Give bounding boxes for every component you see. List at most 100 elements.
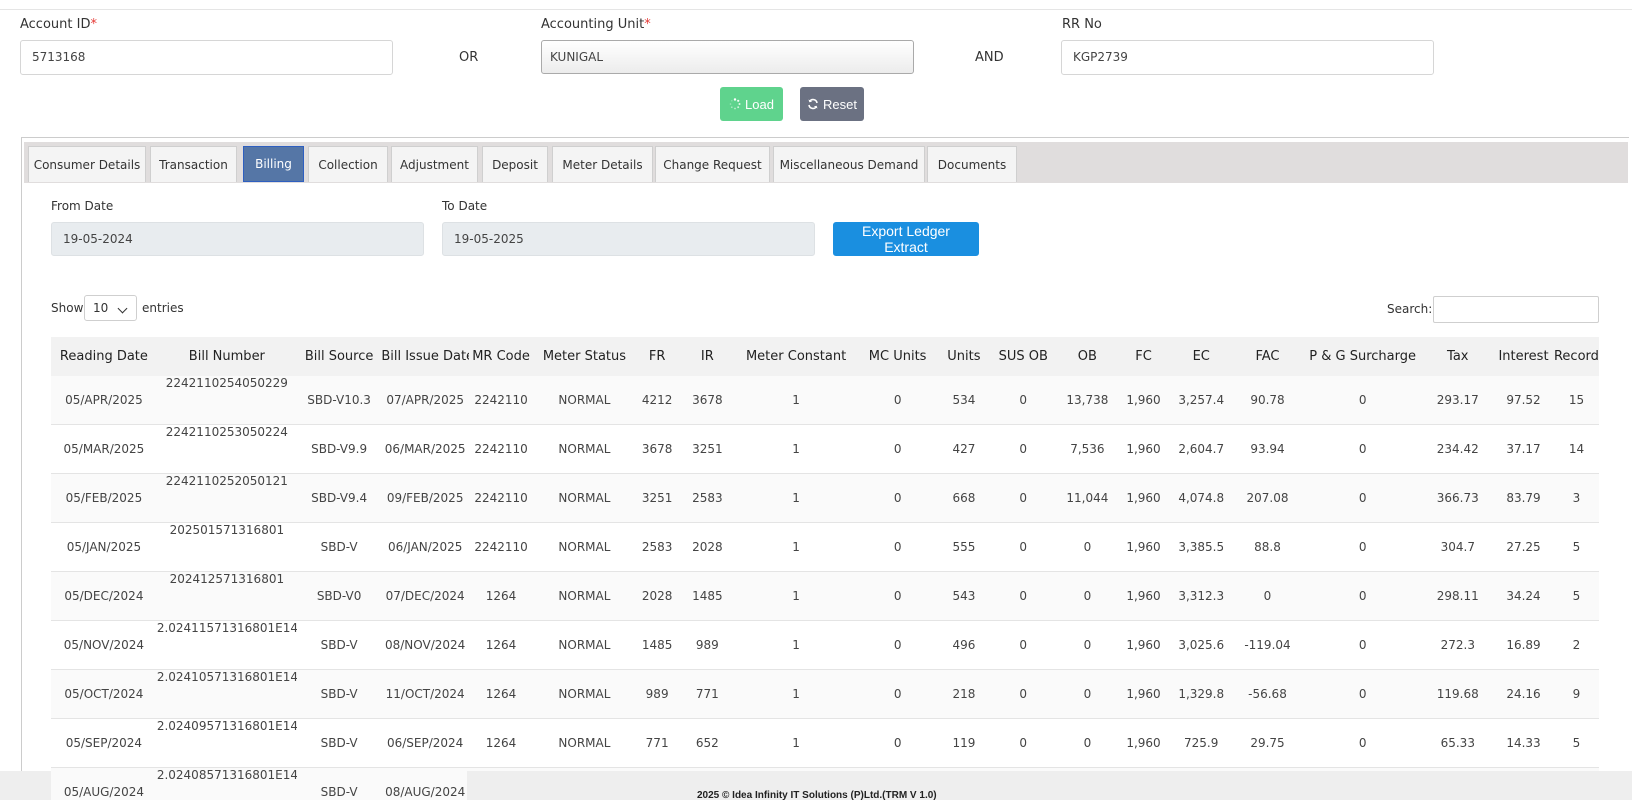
table-cell: 5 bbox=[1553, 571, 1599, 621]
table-cell: 1 bbox=[736, 473, 856, 523]
table-cell: 5 bbox=[1553, 522, 1599, 572]
column-header[interactable]: Tax bbox=[1423, 337, 1494, 376]
table-cell: 1 bbox=[736, 376, 856, 425]
footer-text: 2025 © Idea Infinity IT Solutions (P)Ltd… bbox=[697, 790, 937, 800]
export-ledger-button[interactable]: Export Ledger Extract bbox=[833, 222, 979, 256]
column-header[interactable]: Units bbox=[939, 337, 988, 376]
chevron-down-icon bbox=[117, 303, 128, 314]
table-cell: 1 bbox=[736, 571, 856, 621]
column-header[interactable]: Reading Date bbox=[51, 337, 157, 376]
tab-collection[interactable]: Collection bbox=[308, 146, 388, 182]
accounting-unit-select[interactable]: KUNIGAL bbox=[541, 40, 914, 74]
refresh-icon bbox=[807, 98, 819, 110]
table-cell: 37.17 bbox=[1493, 424, 1554, 474]
load-button[interactable]: Load bbox=[720, 87, 783, 121]
column-header[interactable]: MC Units bbox=[856, 337, 939, 376]
table-cell: 88.8 bbox=[1232, 522, 1303, 572]
column-header[interactable]: Bill Issue Date bbox=[381, 337, 469, 376]
table-cell: 1264 bbox=[468, 718, 534, 768]
table-cell: 83.79 bbox=[1493, 473, 1554, 523]
column-header[interactable]: Bill Source bbox=[297, 337, 381, 376]
tab-consumer-details[interactable]: Consumer Details bbox=[28, 146, 146, 182]
column-header[interactable]: FR bbox=[636, 337, 679, 376]
table-cell: NORMAL bbox=[533, 424, 636, 474]
table-cell: 4212 bbox=[635, 376, 679, 425]
tab-miscellaneous-demand[interactable]: Miscellaneous Demand bbox=[773, 146, 925, 182]
table-row: 05/DEC/2024 202412571316801 SBD-V0 07/DEC/2… bbox=[51, 571, 1599, 621]
account-id-input[interactable]: 5713168 bbox=[20, 40, 393, 75]
table-cell: 0 bbox=[988, 620, 1058, 670]
search-input[interactable] bbox=[1433, 296, 1599, 323]
tab-transaction[interactable]: Transaction bbox=[150, 146, 237, 182]
table-cell: 534 bbox=[939, 376, 989, 425]
table-cell: 14 bbox=[1553, 424, 1599, 474]
table-cell: 1 bbox=[736, 424, 856, 474]
table-cell: 0 bbox=[988, 571, 1058, 621]
column-header[interactable]: MR Code bbox=[469, 337, 533, 376]
table-cell: 2242110252050121 bbox=[156, 473, 297, 523]
column-header[interactable]: Meter Status bbox=[533, 337, 636, 376]
table-cell: 0 bbox=[1057, 571, 1117, 621]
tab-deposit[interactable]: Deposit bbox=[482, 146, 548, 182]
table-cell: 725.9 bbox=[1170, 718, 1233, 768]
table-cell: 11/OCT/2024 bbox=[381, 669, 469, 719]
table-cell: NORMAL bbox=[533, 473, 636, 523]
entries-value: 10 bbox=[93, 301, 109, 315]
table-cell: 3251 bbox=[678, 424, 737, 474]
to-date-input[interactable]: 19-05-2025 bbox=[442, 222, 815, 256]
tab-billing[interactable]: Billing bbox=[243, 146, 304, 182]
table-cell: 2242110 bbox=[468, 473, 534, 523]
table-cell: 0 bbox=[1057, 718, 1117, 768]
table-cell: 09/FEB/2025 bbox=[381, 473, 469, 523]
table-cell: 05/JAN/2025 bbox=[51, 522, 157, 572]
column-header[interactable]: FAC bbox=[1232, 337, 1303, 376]
column-header[interactable]: Recorded BMD bbox=[1554, 337, 1599, 376]
column-header[interactable]: Bill Number bbox=[157, 337, 297, 376]
table-cell: SBD-V9.9 bbox=[296, 424, 382, 474]
table-cell: 652 bbox=[678, 718, 737, 768]
from-date-input[interactable]: 19-05-2024 bbox=[51, 222, 424, 256]
table-cell: 0 bbox=[1302, 424, 1423, 474]
table-cell: 989 bbox=[635, 669, 679, 719]
column-header[interactable]: P & G Surcharge bbox=[1303, 337, 1423, 376]
table-cell: NORMAL bbox=[533, 571, 636, 621]
rr-no-input[interactable]: KGP2739 bbox=[1061, 40, 1434, 75]
table-cell: 1264 bbox=[468, 571, 534, 621]
tab-meter-details[interactable]: Meter Details bbox=[552, 146, 653, 182]
column-header[interactable]: SUS OB bbox=[989, 337, 1058, 376]
table-row: 05/APR/2025 2242110254050229 SBD-V10.3 07/A… bbox=[51, 376, 1599, 425]
column-header[interactable]: OB bbox=[1058, 337, 1117, 376]
column-header[interactable]: IR bbox=[679, 337, 737, 376]
table-cell: 65.33 bbox=[1422, 718, 1494, 768]
table-cell: SBD-V bbox=[296, 669, 382, 719]
table-cell: 0 bbox=[988, 522, 1058, 572]
table-cell: 1 bbox=[736, 718, 856, 768]
table-cell: 2.02411571316801E14 bbox=[156, 620, 297, 670]
table-cell: NORMAL bbox=[533, 718, 636, 768]
table-cell: 1,960 bbox=[1116, 571, 1171, 621]
column-header[interactable]: EC bbox=[1170, 337, 1232, 376]
table-cell: 771 bbox=[678, 669, 737, 719]
table-cell: 555 bbox=[939, 522, 989, 572]
column-header[interactable]: Meter Constant bbox=[736, 337, 856, 376]
tab-change-request[interactable]: Change Request bbox=[655, 146, 770, 182]
table-cell: 0 bbox=[988, 669, 1058, 719]
entries-select[interactable]: 10 bbox=[84, 295, 137, 321]
reset-button[interactable]: Reset bbox=[800, 87, 864, 121]
tab-adjustment[interactable]: Adjustment bbox=[391, 146, 478, 182]
table-cell: 427 bbox=[939, 424, 989, 474]
table-cell: 234.42 bbox=[1422, 424, 1494, 474]
table-cell: 3,312.3 bbox=[1170, 571, 1233, 621]
tab-documents[interactable]: Documents bbox=[927, 146, 1017, 182]
table-cell: SBD-V9.4 bbox=[296, 473, 382, 523]
table-cell: 2242110 bbox=[468, 424, 534, 474]
table-cell: 2 bbox=[1553, 620, 1599, 670]
table-cell: 2028 bbox=[678, 522, 737, 572]
table-cell: NORMAL bbox=[533, 376, 636, 425]
column-header[interactable]: Interest bbox=[1493, 337, 1554, 376]
column-header[interactable]: FC bbox=[1117, 337, 1170, 376]
table-row: 05/SEP/2024 2.02409571316801E14 SBD-V 06/SE… bbox=[51, 718, 1599, 768]
table-cell: 1,960 bbox=[1116, 669, 1171, 719]
table-cell: 207.08 bbox=[1232, 473, 1303, 523]
search-label: Search: bbox=[1387, 302, 1433, 316]
